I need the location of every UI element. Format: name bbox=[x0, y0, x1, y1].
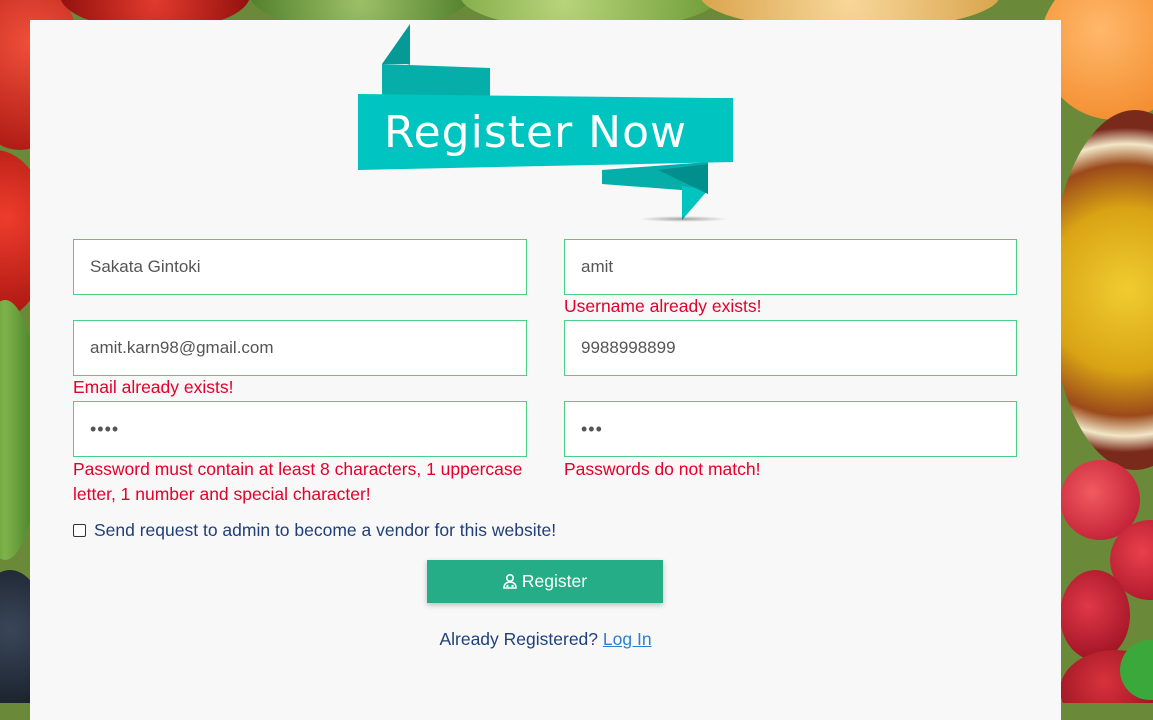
email-error: Email already exists! bbox=[73, 377, 234, 397]
cranberry-image bbox=[1060, 570, 1130, 660]
vendor-checkbox-label[interactable]: Send request to admin to become a vendor… bbox=[94, 520, 556, 541]
login-prompt-text: Already Registered? bbox=[439, 629, 599, 649]
register-button[interactable]: Register bbox=[427, 560, 663, 603]
username-field[interactable] bbox=[564, 239, 1017, 295]
passion-fruit-image bbox=[1050, 110, 1153, 470]
password-field[interactable]: •••• bbox=[73, 401, 527, 457]
username-error: Username already exists! bbox=[564, 296, 762, 316]
user-icon bbox=[503, 574, 517, 589]
register-banner: Register Now bbox=[358, 24, 738, 224]
password-mask: •••• bbox=[90, 418, 120, 439]
email-field[interactable] bbox=[73, 320, 527, 376]
confirm-password-error: Passwords do not match! bbox=[564, 459, 761, 479]
phone-field[interactable] bbox=[564, 320, 1017, 376]
registration-panel: Register Now Username already exists! Em… bbox=[30, 20, 1061, 720]
banner-title: Register Now bbox=[384, 106, 687, 158]
vendor-checkbox[interactable] bbox=[73, 524, 86, 537]
vendor-request-row: Send request to admin to become a vendor… bbox=[73, 520, 556, 541]
login-prompt: Already Registered? Log In bbox=[30, 629, 1061, 650]
confirm-password-mask: ••• bbox=[581, 418, 603, 439]
banner-shadow bbox=[638, 216, 728, 222]
password-error: Password must contain at least 8 charact… bbox=[73, 459, 523, 504]
login-link[interactable]: Log In bbox=[603, 629, 652, 649]
full-name-field[interactable] bbox=[73, 239, 527, 295]
confirm-password-field[interactable]: ••• bbox=[564, 401, 1017, 457]
register-button-label: Register bbox=[521, 571, 588, 591]
